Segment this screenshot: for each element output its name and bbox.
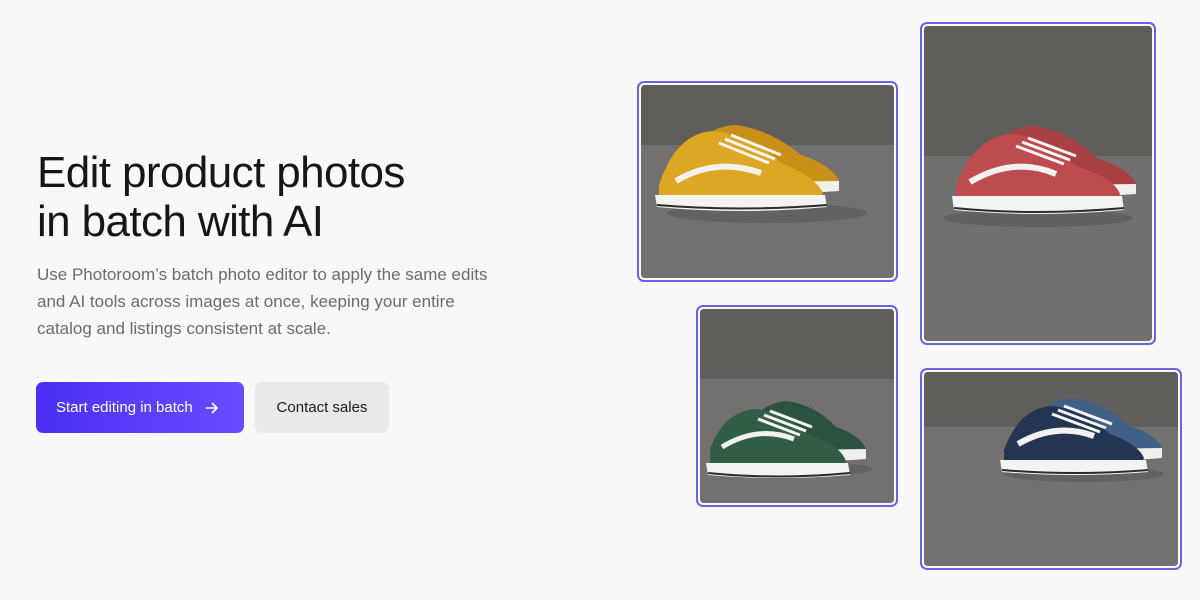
sneaker-image (924, 372, 1178, 566)
headline-line-2: in batch with AI (37, 197, 324, 246)
start-editing-button[interactable]: Start editing in batch (36, 382, 244, 433)
contact-sales-label: Contact sales (276, 399, 368, 416)
sneaker-image (924, 26, 1152, 341)
hero-actions: Start editing in batch Contact sales (36, 382, 389, 433)
product-photo-navy-sneakers[interactable] (920, 368, 1182, 570)
sneaker-image (641, 85, 894, 278)
arrow-right-icon (205, 401, 219, 415)
contact-sales-button[interactable]: Contact sales (255, 382, 389, 433)
product-photo-red-sneakers[interactable] (920, 22, 1156, 345)
start-editing-label: Start editing in batch (56, 399, 193, 416)
product-photo-green-sneakers[interactable] (696, 305, 898, 507)
product-photo-yellow-sneakers[interactable] (637, 81, 898, 282)
headline-line-1: Edit product photos (37, 148, 405, 197)
sneaker-image (700, 309, 894, 503)
hero-text: Edit product photos in batch with AI Use… (37, 148, 507, 342)
hero-description: Use Photoroom’s batch photo editor to ap… (37, 265, 488, 338)
page-title: Edit product photos in batch with AI (37, 148, 507, 246)
